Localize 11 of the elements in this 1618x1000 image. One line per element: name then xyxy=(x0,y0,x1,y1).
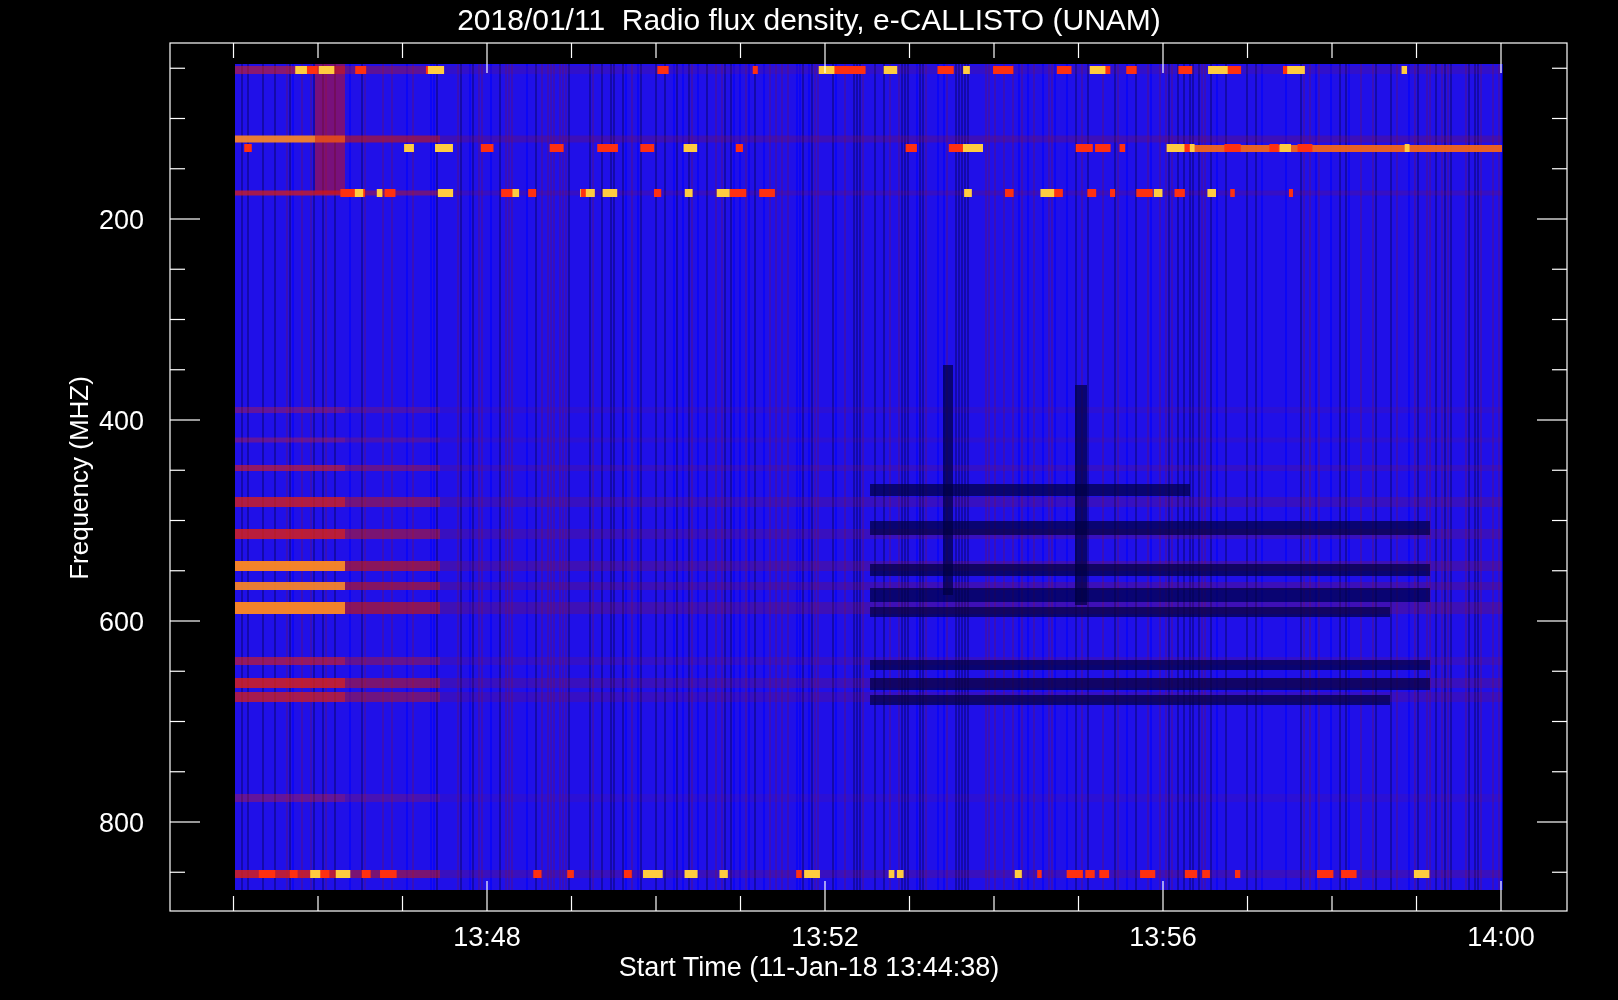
chart-title: 2018/01/11 Radio flux density, e-CALLISTO (UNAM) xyxy=(457,3,1161,36)
tick-label: 14:00 xyxy=(1467,922,1535,952)
tick-label: 600 xyxy=(98,607,144,637)
tick-label: 13:52 xyxy=(791,922,859,952)
tick-label: 800 xyxy=(98,808,144,838)
axis-label: Start Time (11-Jan-18 13:44:38) xyxy=(618,952,1000,982)
axis-label: Frequency (MHZ) xyxy=(64,376,94,580)
tick-label: 200 xyxy=(98,205,144,235)
tick-label: 13:56 xyxy=(1129,922,1197,952)
tick-label: 400 xyxy=(98,406,144,436)
tick-label: 13:48 xyxy=(453,922,521,952)
